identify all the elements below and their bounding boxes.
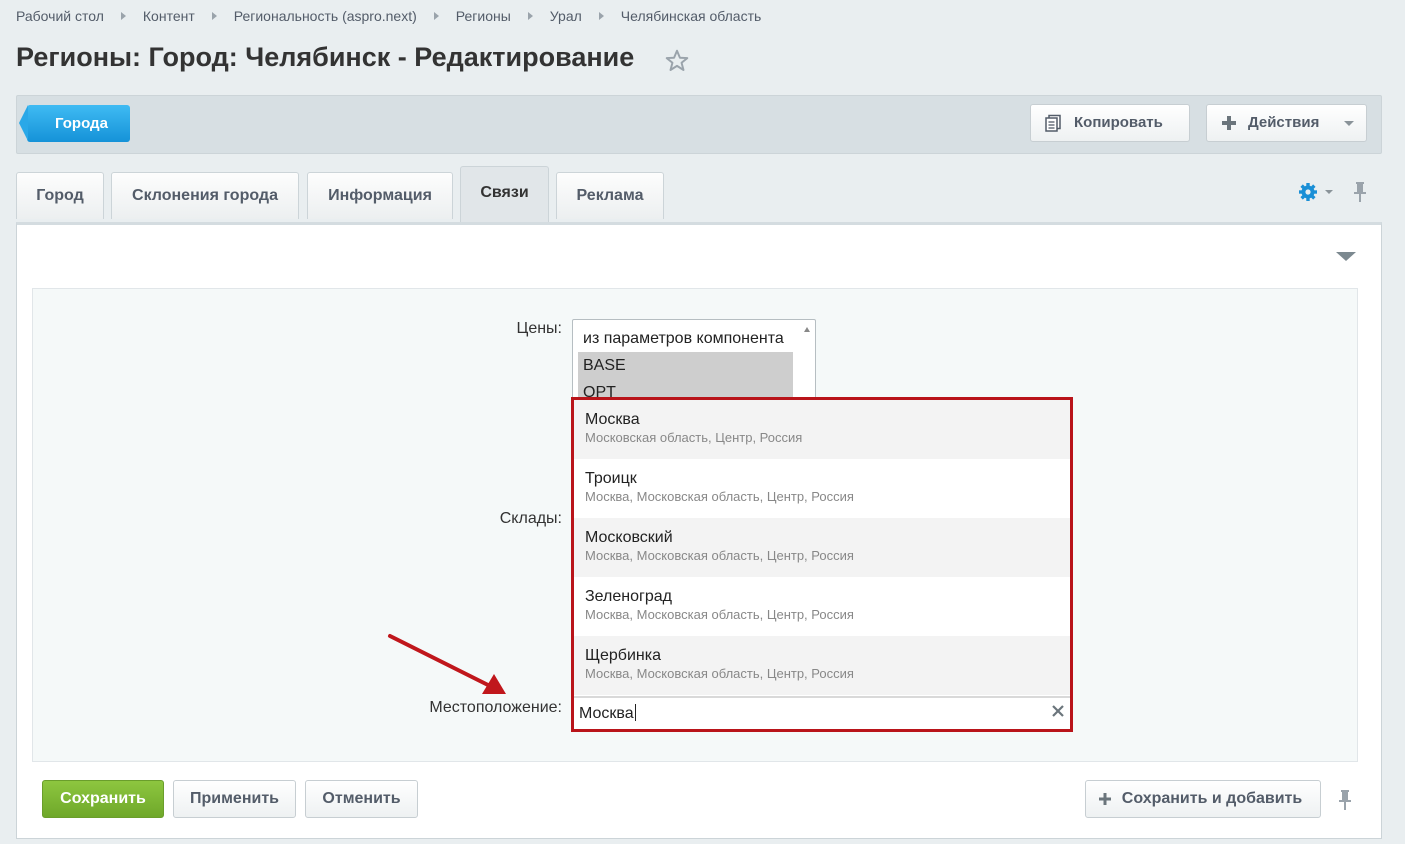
prices-multiselect[interactable]: из параметров компонента BASE OPT	[572, 319, 816, 399]
price-option[interactable]: OPT	[578, 379, 793, 398]
breadcrumb-separator-icon	[120, 12, 126, 20]
breadcrumb-separator-icon	[433, 12, 439, 20]
tab-advertising[interactable]: Реклама	[556, 172, 664, 219]
save-and-add-label: Сохранить и добавить	[1121, 790, 1303, 807]
breadcrumb: Рабочий стол Контент Региональность (asp…	[16, 8, 761, 24]
chevron-down-icon	[1344, 121, 1354, 126]
breadcrumb-regions[interactable]: Регионы	[456, 8, 511, 24]
list-item[interactable]: Щербинка Москва, Московская область, Цен…	[574, 636, 1070, 695]
suggestion-title: Зеленоград	[585, 588, 672, 605]
list-item[interactable]: Зеленоград Москва, Московская область, Ц…	[574, 577, 1070, 636]
list-item[interactable]: Троицк Москва, Московская область, Центр…	[574, 459, 1070, 518]
suggestion-subtitle: Москва, Московская область, Центр, Росси…	[585, 607, 854, 622]
apply-button[interactable]: Применить	[173, 780, 296, 818]
plus-icon	[1222, 116, 1236, 130]
suggestion-title: Москва	[585, 411, 640, 428]
suggestion-title: Московский	[585, 529, 673, 546]
location-label: Местоположение:	[429, 699, 562, 716]
price-option[interactable]: из параметров компонента	[573, 325, 793, 352]
suggestion-subtitle: Москва, Московская область, Центр, Росси…	[585, 548, 854, 563]
suggestion-subtitle: Москва, Московская область, Центр, Росси…	[585, 489, 854, 504]
list-item[interactable]: Москва Московская область, Центр, Россия	[574, 400, 1070, 459]
breadcrumb-content[interactable]: Контент	[143, 8, 195, 24]
scroll-up-arrow-icon[interactable]	[804, 327, 810, 332]
actions-button-label: Действия	[1248, 114, 1320, 131]
tab-city[interactable]: Город	[16, 172, 104, 219]
annotation-arrow-icon	[388, 634, 506, 694]
copy-button-label: Копировать	[1074, 114, 1163, 131]
back-to-cities-button[interactable]: Города	[19, 105, 130, 142]
copy-icon	[1045, 114, 1061, 132]
gear-icon[interactable]	[1298, 182, 1318, 202]
toolbar: Города Копировать Действия	[16, 95, 1382, 154]
tab-city-declensions[interactable]: Склонения города	[111, 172, 299, 219]
pin-icon[interactable]	[1352, 180, 1368, 204]
close-icon[interactable]	[1051, 704, 1065, 718]
list-item[interactable]: Московский Москва, Московская область, Ц…	[574, 518, 1070, 577]
collapse-triangle-icon[interactable]	[1336, 252, 1356, 261]
save-and-add-button[interactable]: Сохранить и добавить	[1085, 780, 1321, 818]
suggestion-title: Щербинка	[585, 647, 661, 664]
page-title: Регионы: Город: Челябинск - Редактирован…	[16, 42, 635, 72]
gear-chevron-down-icon[interactable]	[1325, 190, 1333, 194]
breadcrumb-separator-icon	[598, 12, 604, 20]
location-suggestions-dropdown: Москва Московская область, Центр, Россия…	[571, 397, 1073, 732]
breadcrumb-desktop[interactable]: Рабочий стол	[16, 8, 104, 24]
breadcrumb-regionality[interactable]: Региональность (aspro.next)	[234, 8, 417, 24]
breadcrumb-chelyabinsk-region[interactable]: Челябинская область	[621, 8, 762, 24]
suggestion-subtitle: Москва, Московская область, Центр, Росси…	[585, 666, 854, 681]
plus-icon	[1099, 793, 1111, 805]
stores-label: Склады:	[499, 510, 562, 527]
breadcrumb-ural[interactable]: Урал	[550, 8, 582, 24]
cancel-button[interactable]: Отменить	[305, 780, 418, 818]
prices-label: Цены:	[516, 320, 562, 337]
save-button[interactable]: Сохранить	[42, 780, 164, 818]
tab-links[interactable]: Связи	[460, 166, 549, 224]
location-input-value: Москва	[579, 705, 634, 722]
pin-icon[interactable]	[1337, 788, 1353, 812]
breadcrumb-separator-icon	[527, 12, 533, 20]
copy-button[interactable]: Копировать	[1030, 104, 1190, 142]
tab-information[interactable]: Информация	[307, 172, 453, 219]
suggestion-title: Троицк	[585, 470, 637, 487]
suggestion-subtitle: Московская область, Центр, Россия	[585, 430, 803, 445]
actions-button[interactable]: Действия	[1206, 104, 1367, 142]
star-icon[interactable]	[664, 48, 690, 74]
location-search-input[interactable]: Москва	[574, 696, 1070, 729]
breadcrumb-separator-icon	[211, 12, 217, 20]
price-option[interactable]: BASE	[578, 352, 793, 379]
